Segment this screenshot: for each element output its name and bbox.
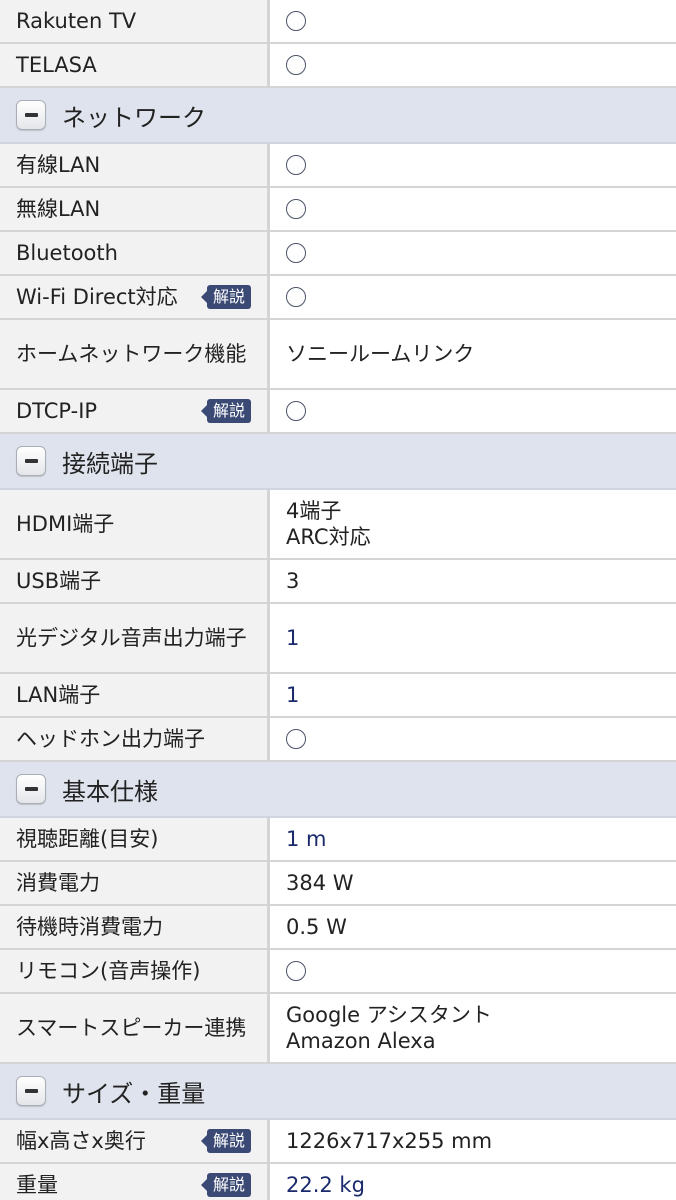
section-title: サイズ・重量 [62, 1079, 206, 1108]
spec-row: リモコン(音声操作) [0, 950, 676, 994]
spec-label: USB端子 [0, 560, 270, 602]
spec-row: 視聴距離(目安) 1 m [0, 818, 676, 862]
spec-value: Google アシスタント Amazon Alexa [270, 994, 676, 1062]
spec-row: 無線LAN [0, 188, 676, 232]
spec-value [270, 276, 676, 318]
supported-circle-icon [286, 11, 306, 31]
spec-label: スマートスピーカー連携 [0, 994, 270, 1062]
spec-row: スマートスピーカー連携 Google アシスタント Amazon Alexa [0, 994, 676, 1064]
section-header-network[interactable]: ネットワーク [0, 88, 676, 144]
spec-label: DTCP-IP 解説 [0, 390, 270, 432]
explanation-badge[interactable]: 解説 [206, 285, 251, 309]
spec-label: 幅x高さx奥行 解説 [0, 1120, 270, 1162]
spec-value: 1 [270, 604, 676, 672]
spec-row: ヘッドホン出力端子 [0, 718, 676, 762]
supported-circle-icon [286, 243, 306, 263]
supported-circle-icon [286, 401, 306, 421]
minus-icon [24, 787, 38, 791]
supported-circle-icon [286, 287, 306, 307]
spec-label: 有線LAN [0, 144, 270, 186]
spec-row: 光デジタル音声出力端子 1 [0, 604, 676, 674]
supported-circle-icon [286, 729, 306, 749]
value-link[interactable]: 22.2 kg [286, 1172, 660, 1198]
spec-value [270, 390, 676, 432]
explanation-badge[interactable]: 解説 [206, 1129, 251, 1153]
section-header-connectors[interactable]: 接続端子 [0, 434, 676, 490]
section-header-size-weight[interactable]: サイズ・重量 [0, 1064, 676, 1120]
collapse-button[interactable] [16, 774, 46, 804]
supported-circle-icon [286, 55, 306, 75]
minus-icon [24, 459, 38, 463]
spec-value [270, 950, 676, 992]
spec-label: TELASA [0, 44, 270, 86]
section-title: 接続端子 [62, 449, 158, 478]
spec-row: HDMI端子 4端子 ARC対応 [0, 490, 676, 560]
spec-value [270, 44, 676, 86]
spec-label: ヘッドホン出力端子 [0, 718, 270, 760]
value-link[interactable]: 1 [286, 625, 660, 651]
spec-label: Wi-Fi Direct対応 解説 [0, 276, 270, 318]
spec-value [270, 718, 676, 760]
spec-value: 22.2 kg [270, 1164, 676, 1200]
spec-row: 重量 解説 22.2 kg [0, 1164, 676, 1200]
spec-value: 1226x717x255 mm [270, 1120, 676, 1162]
section-header-basic-specs[interactable]: 基本仕様 [0, 762, 676, 818]
spec-label: Rakuten TV [0, 0, 270, 42]
spec-row: ホームネットワーク機能 ソニールームリンク [0, 320, 676, 390]
spec-row: USB端子 3 [0, 560, 676, 604]
spec-value [270, 232, 676, 274]
spec-row: Rakuten TV [0, 0, 676, 44]
spec-value [270, 144, 676, 186]
spec-row: 待機時消費電力 0.5 W [0, 906, 676, 950]
spec-row: DTCP-IP 解説 [0, 390, 676, 434]
minus-icon [24, 1089, 38, 1093]
section-title: ネットワーク [62, 103, 206, 132]
explanation-badge[interactable]: 解説 [206, 399, 251, 423]
collapse-button[interactable] [16, 1076, 46, 1106]
spec-value: ソニールームリンク [270, 320, 676, 388]
supported-circle-icon [286, 199, 306, 219]
minus-icon [24, 113, 38, 117]
value-link[interactable]: 1 [286, 682, 660, 708]
spec-value [270, 0, 676, 42]
spec-value: 0.5 W [270, 906, 676, 948]
collapse-button[interactable] [16, 100, 46, 130]
spec-label: Bluetooth [0, 232, 270, 274]
supported-circle-icon [286, 961, 306, 981]
spec-label: 視聴距離(目安) [0, 818, 270, 860]
spec-row: 幅x高さx奥行 解説 1226x717x255 mm [0, 1120, 676, 1164]
spec-label: 光デジタル音声出力端子 [0, 604, 270, 672]
spec-row: 消費電力 384 W [0, 862, 676, 906]
spec-row: Wi-Fi Direct対応 解説 [0, 276, 676, 320]
spec-label: LAN端子 [0, 674, 270, 716]
spec-row: 有線LAN [0, 144, 676, 188]
collapse-button[interactable] [16, 446, 46, 476]
supported-circle-icon [286, 155, 306, 175]
spec-table: Rakuten TV TELASA ネットワーク 有線LAN 無線LAN Blu… [0, 0, 676, 1200]
spec-value: 1 m [270, 818, 676, 860]
spec-label: 待機時消費電力 [0, 906, 270, 948]
value-link[interactable]: 1 m [286, 826, 660, 852]
spec-value: 384 W [270, 862, 676, 904]
spec-row: LAN端子 1 [0, 674, 676, 718]
spec-value: 3 [270, 560, 676, 602]
spec-label: 消費電力 [0, 862, 270, 904]
spec-label: HDMI端子 [0, 490, 270, 558]
spec-row: TELASA [0, 44, 676, 88]
spec-label: リモコン(音声操作) [0, 950, 270, 992]
spec-value [270, 188, 676, 230]
spec-value: 1 [270, 674, 676, 716]
spec-row: Bluetooth [0, 232, 676, 276]
spec-label: 無線LAN [0, 188, 270, 230]
spec-value: 4端子 ARC対応 [270, 490, 676, 558]
spec-label: 重量 解説 [0, 1164, 270, 1200]
spec-label: ホームネットワーク機能 [0, 320, 270, 388]
explanation-badge[interactable]: 解説 [206, 1173, 251, 1197]
section-title: 基本仕様 [62, 777, 158, 806]
